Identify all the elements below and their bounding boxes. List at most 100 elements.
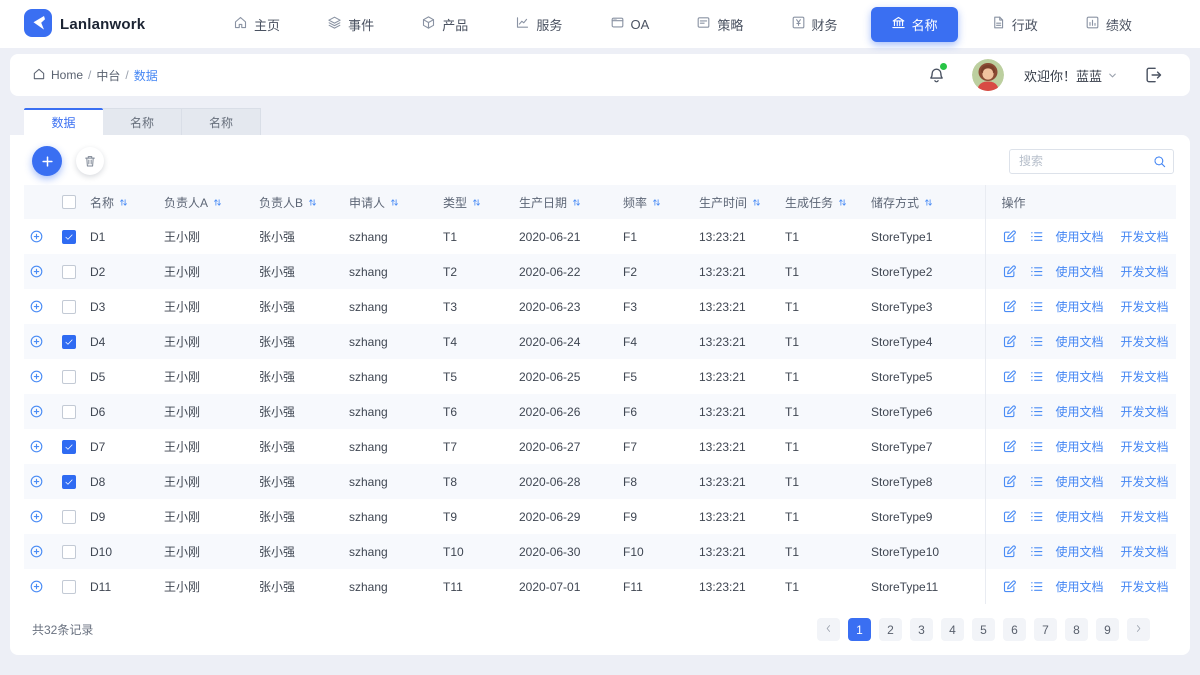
row-checkbox[interactable] bbox=[62, 439, 76, 454]
brand[interactable]: Lanlanwork bbox=[24, 8, 174, 40]
page-button-8[interactable]: 8 bbox=[1065, 618, 1088, 641]
avatar[interactable] bbox=[971, 59, 1004, 91]
expand-row-button[interactable] bbox=[28, 579, 44, 595]
detail-list-button[interactable] bbox=[1029, 439, 1045, 455]
logout-button[interactable] bbox=[1138, 60, 1168, 90]
dev-doc-link[interactable]: 开发文档 bbox=[1121, 543, 1169, 560]
usage-doc-link[interactable]: 使用文档 bbox=[1056, 578, 1104, 595]
expand-row-button[interactable] bbox=[28, 229, 44, 245]
breadcrumb-item-3[interactable]: 数据 bbox=[134, 67, 158, 84]
detail-list-button[interactable] bbox=[1029, 299, 1045, 315]
row-checkbox[interactable] bbox=[62, 334, 76, 349]
page-button-9[interactable]: 9 bbox=[1096, 618, 1119, 641]
dev-doc-link[interactable]: 开发文档 bbox=[1121, 263, 1169, 280]
usage-doc-link[interactable]: 使用文档 bbox=[1056, 333, 1104, 350]
breadcrumb-item-2[interactable]: 中台 bbox=[96, 67, 120, 84]
row-checkbox[interactable] bbox=[62, 404, 76, 419]
usage-doc-link[interactable]: 使用文档 bbox=[1056, 368, 1104, 385]
prev-page-button[interactable] bbox=[817, 618, 840, 641]
edit-button[interactable] bbox=[1002, 369, 1018, 385]
usage-doc-link[interactable]: 使用文档 bbox=[1056, 403, 1104, 420]
expand-row-button[interactable] bbox=[28, 439, 44, 455]
sort-icon[interactable] bbox=[751, 197, 762, 208]
add-record-button[interactable] bbox=[32, 146, 62, 176]
usage-doc-link[interactable]: 使用文档 bbox=[1056, 438, 1104, 455]
dev-doc-link[interactable]: 开发文档 bbox=[1121, 368, 1169, 385]
tab-3[interactable]: 名称 bbox=[182, 108, 261, 135]
dev-doc-link[interactable]: 开发文档 bbox=[1121, 508, 1169, 525]
expand-row-button[interactable] bbox=[28, 299, 44, 315]
sort-icon[interactable] bbox=[571, 197, 582, 208]
page-button-1[interactable]: 1 bbox=[848, 618, 871, 641]
page-button-3[interactable]: 3 bbox=[910, 618, 933, 641]
nav-item-9[interactable]: 行政 bbox=[977, 8, 1052, 41]
nav-item-4[interactable]: 服务 bbox=[501, 8, 576, 41]
edit-button[interactable] bbox=[1002, 404, 1018, 420]
page-button-5[interactable]: 5 bbox=[972, 618, 995, 641]
edit-button[interactable] bbox=[1002, 229, 1018, 245]
search-input[interactable] bbox=[1009, 148, 1174, 174]
usage-doc-link[interactable]: 使用文档 bbox=[1056, 473, 1104, 490]
dev-doc-link[interactable]: 开发文档 bbox=[1121, 403, 1169, 420]
user-menu[interactable]: 欢迎你！蓝蓝 bbox=[1024, 66, 1118, 85]
sort-icon[interactable] bbox=[212, 197, 223, 208]
nav-item-8[interactable]: 名称 bbox=[870, 6, 958, 42]
sort-icon[interactable] bbox=[118, 197, 129, 208]
usage-doc-link[interactable]: 使用文档 bbox=[1056, 543, 1104, 560]
notification-bell-button[interactable] bbox=[922, 60, 952, 90]
detail-list-button[interactable] bbox=[1029, 369, 1045, 385]
sort-icon[interactable] bbox=[837, 197, 848, 208]
expand-row-button[interactable] bbox=[28, 404, 44, 420]
sort-icon[interactable] bbox=[307, 197, 318, 208]
tab-1[interactable]: 数据 bbox=[24, 108, 103, 135]
edit-button[interactable] bbox=[1002, 439, 1018, 455]
edit-button[interactable] bbox=[1002, 474, 1018, 490]
row-checkbox[interactable] bbox=[62, 579, 76, 594]
select-all-checkbox[interactable] bbox=[62, 195, 76, 209]
edit-button[interactable] bbox=[1002, 334, 1018, 350]
detail-list-button[interactable] bbox=[1029, 264, 1045, 280]
expand-row-button[interactable] bbox=[28, 474, 44, 490]
dev-doc-link[interactable]: 开发文档 bbox=[1121, 228, 1169, 245]
nav-item-7[interactable]: 财务 bbox=[777, 8, 852, 41]
nav-item-3[interactable]: 产品 bbox=[407, 8, 482, 41]
detail-list-button[interactable] bbox=[1029, 404, 1045, 420]
dev-doc-link[interactable]: 开发文档 bbox=[1121, 578, 1169, 595]
dev-doc-link[interactable]: 开发文档 bbox=[1121, 473, 1169, 490]
dev-doc-link[interactable]: 开发文档 bbox=[1121, 333, 1169, 350]
nav-item-5[interactable]: OA bbox=[596, 8, 664, 40]
expand-row-button[interactable] bbox=[28, 544, 44, 560]
edit-button[interactable] bbox=[1002, 579, 1018, 595]
edit-button[interactable] bbox=[1002, 299, 1018, 315]
usage-doc-link[interactable]: 使用文档 bbox=[1056, 508, 1104, 525]
detail-list-button[interactable] bbox=[1029, 229, 1045, 245]
sort-icon[interactable] bbox=[471, 197, 482, 208]
usage-doc-link[interactable]: 使用文档 bbox=[1056, 263, 1104, 280]
page-button-2[interactable]: 2 bbox=[879, 618, 902, 641]
nav-item-6[interactable]: 策略 bbox=[682, 8, 757, 41]
sort-icon[interactable] bbox=[923, 197, 934, 208]
nav-item-10[interactable]: 绩效 bbox=[1071, 8, 1146, 41]
row-checkbox[interactable] bbox=[62, 369, 76, 384]
detail-list-button[interactable] bbox=[1029, 474, 1045, 490]
row-checkbox[interactable] bbox=[62, 509, 76, 524]
search-icon[interactable] bbox=[1152, 154, 1167, 169]
dev-doc-link[interactable]: 开发文档 bbox=[1121, 438, 1169, 455]
row-checkbox[interactable] bbox=[62, 229, 76, 244]
nav-item-2[interactable]: 事件 bbox=[313, 8, 388, 41]
breadcrumb-item-1[interactable]: Home bbox=[51, 68, 83, 82]
sort-icon[interactable] bbox=[389, 197, 400, 208]
expand-row-button[interactable] bbox=[28, 509, 44, 525]
detail-list-button[interactable] bbox=[1029, 544, 1045, 560]
expand-row-button[interactable] bbox=[28, 334, 44, 350]
next-page-button[interactable] bbox=[1127, 618, 1150, 641]
tab-2[interactable]: 名称 bbox=[103, 108, 182, 135]
detail-list-button[interactable] bbox=[1029, 334, 1045, 350]
edit-button[interactable] bbox=[1002, 544, 1018, 560]
row-checkbox[interactable] bbox=[62, 264, 76, 279]
row-checkbox[interactable] bbox=[62, 474, 76, 489]
nav-item-1[interactable]: 主页 bbox=[219, 8, 294, 41]
sort-icon[interactable] bbox=[651, 197, 662, 208]
usage-doc-link[interactable]: 使用文档 bbox=[1056, 228, 1104, 245]
usage-doc-link[interactable]: 使用文档 bbox=[1056, 298, 1104, 315]
